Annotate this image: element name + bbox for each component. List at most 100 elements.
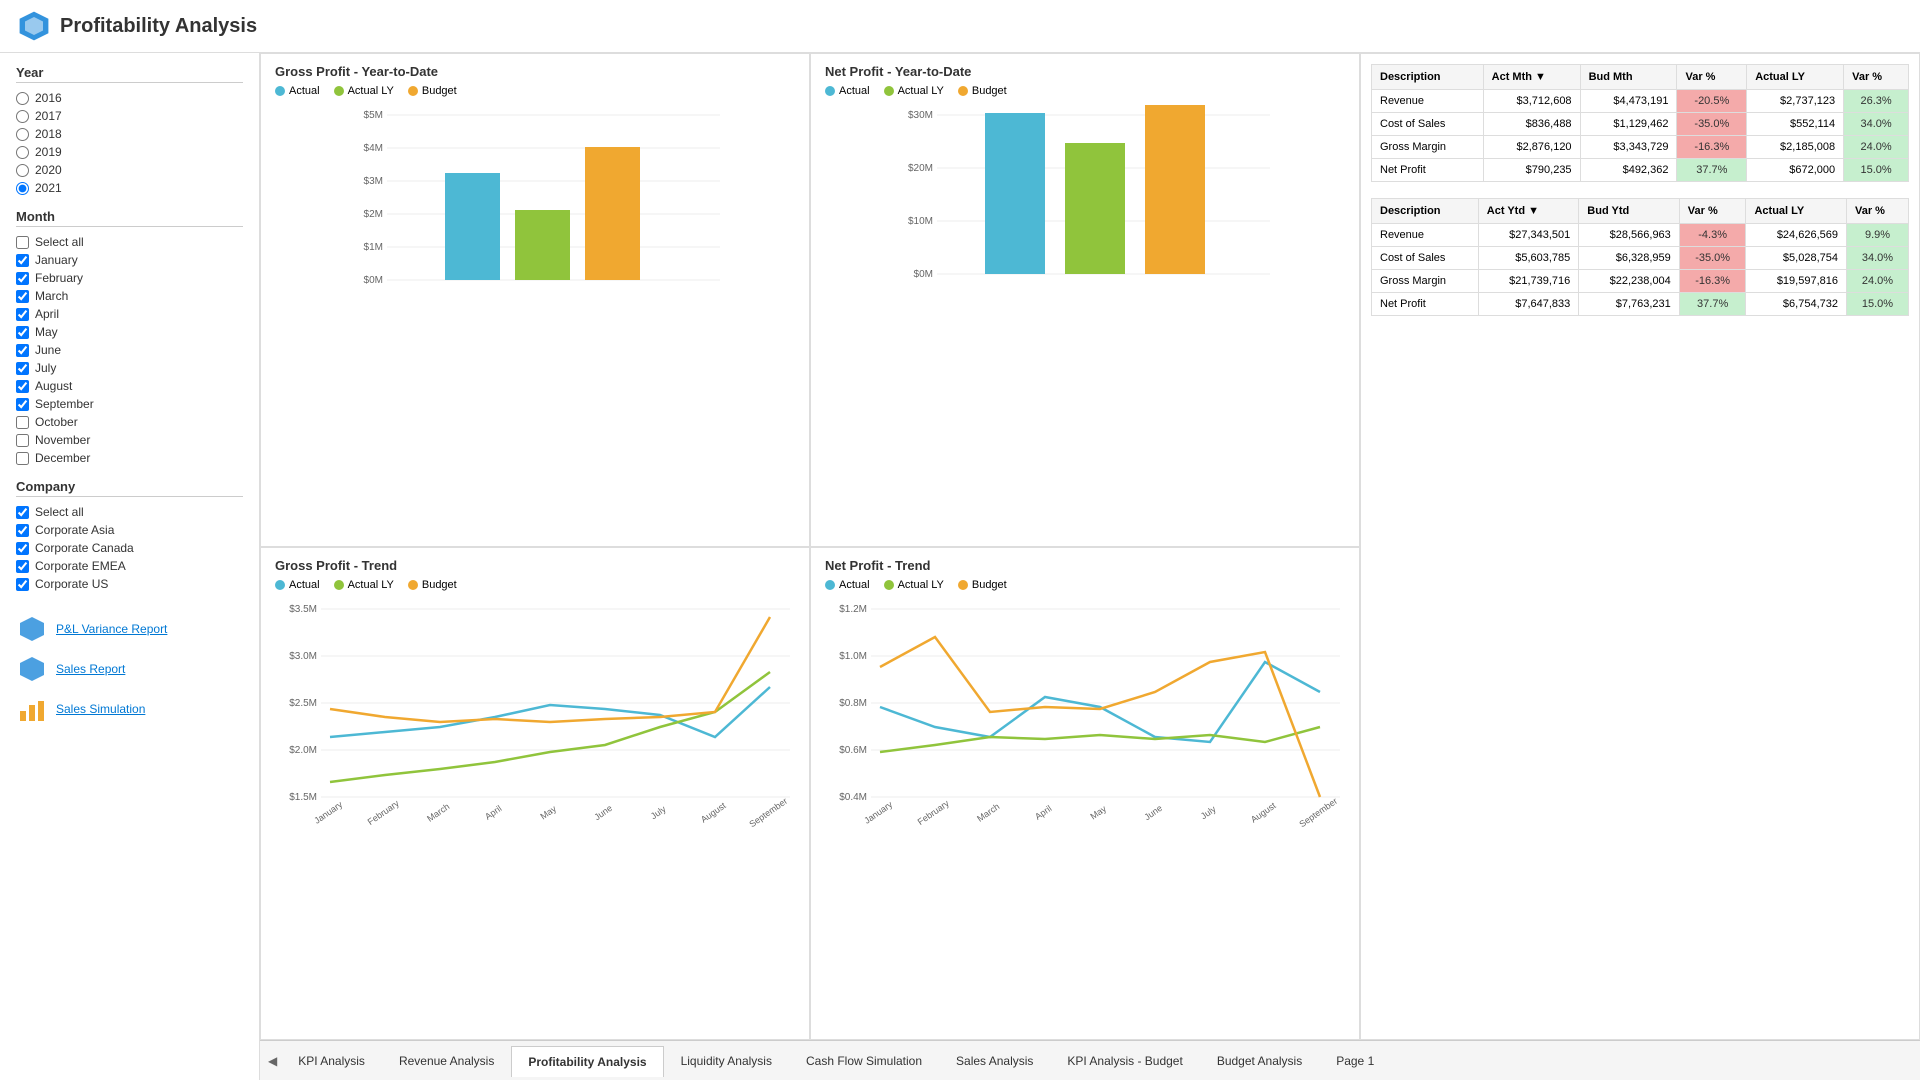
net-profit-trend-legend: Actual Actual LY Budget	[825, 579, 1345, 591]
gross-profit-ytd-title: Gross Profit - Year-to-Date	[275, 64, 795, 79]
actual-ly-dot-trend	[334, 580, 344, 590]
pl-variance-link[interactable]: P&L Variance Report	[16, 609, 243, 649]
company-canada[interactable]: Corporate Canada	[16, 539, 243, 557]
var-gm-mth: -16.3%	[1677, 136, 1747, 159]
actual-ly-dot-trend-net	[884, 580, 894, 590]
tab-kpi-analysis[interactable]: KPI Analysis	[281, 1045, 382, 1076]
legend-actual-net: Actual	[825, 85, 870, 97]
gross-profit-trend-title: Gross Profit - Trend	[275, 558, 795, 573]
net-profit-trend-chart: $1.2M $1.0M $0.8M $0.6M $0.4M	[825, 597, 1345, 827]
gross-profit-ytd-legend: Actual Actual LY Budget	[275, 85, 795, 97]
col-description-ytd: Description	[1372, 199, 1479, 224]
month-may[interactable]: May	[16, 323, 243, 341]
act-gm-ytd: $21,739,716	[1478, 270, 1579, 293]
svg-text:February: February	[916, 797, 952, 826]
desc-revenue-ytd: Revenue	[1372, 224, 1479, 247]
chart-icon	[16, 693, 48, 725]
tab-profitability-analysis[interactable]: Profitability Analysis	[511, 1046, 663, 1077]
year-filter-title: Year	[16, 65, 243, 83]
svg-text:April: April	[1033, 803, 1053, 822]
sales-report-link-text[interactable]: Sales Report	[56, 662, 125, 676]
legend-actual-ly: Actual LY	[334, 85, 394, 97]
budget-dot-trend-net	[958, 580, 968, 590]
year-radio-2019[interactable]: 2019	[16, 143, 243, 161]
sales-simulation-link[interactable]: Sales Simulation	[16, 689, 243, 729]
desc-revenue-mth: Revenue	[1372, 90, 1484, 113]
col-act-mth: Act Mth ▼	[1483, 65, 1580, 90]
var2-gm-mth: 24.0%	[1844, 136, 1909, 159]
budget-label-net: Budget	[972, 85, 1007, 97]
month-august[interactable]: August	[16, 377, 243, 395]
ytd-table: Description Act Ytd ▼ Bud Ytd Var % Actu…	[1371, 198, 1909, 316]
tab-kpi-analysis-budget[interactable]: KPI Analysis - Budget	[1050, 1045, 1199, 1076]
net-profit-ytd-panel: Net Profit - Year-to-Date Actual Actual …	[810, 53, 1360, 547]
tab-cash-flow-simulation[interactable]: Cash Flow Simulation	[789, 1045, 939, 1076]
tab-page-1[interactable]: Page 1	[1319, 1045, 1391, 1076]
legend-actual-trend-net: Actual	[825, 579, 870, 591]
month-select-all[interactable]: Select all	[16, 233, 243, 251]
aly-np-mth: $672,000	[1747, 159, 1844, 182]
month-april[interactable]: April	[16, 305, 243, 323]
month-july[interactable]: July	[16, 359, 243, 377]
company-emea[interactable]: Corporate EMEA	[16, 557, 243, 575]
sales-report-link[interactable]: Sales Report	[16, 649, 243, 689]
tab-budget-analysis[interactable]: Budget Analysis	[1200, 1045, 1319, 1076]
month-september[interactable]: September	[16, 395, 243, 413]
svg-text:March: March	[975, 801, 1001, 824]
month-june[interactable]: June	[16, 341, 243, 359]
legend-budget: Budget	[408, 85, 457, 97]
month-december[interactable]: December	[16, 449, 243, 467]
svg-text:$3.5M: $3.5M	[289, 604, 317, 615]
table-row: Net Profit $7,647,833 $7,763,231 37.7% $…	[1372, 293, 1909, 316]
actual-dot-trend-net	[825, 580, 835, 590]
actual-ly-label-trend-net: Actual LY	[898, 579, 944, 591]
month-march[interactable]: March	[16, 287, 243, 305]
svg-text:August: August	[699, 800, 728, 825]
table-row: Cost of Sales $5,603,785 $6,328,959 -35.…	[1372, 247, 1909, 270]
legend-budget-trend-net: Budget	[958, 579, 1007, 591]
legend-actual: Actual	[275, 85, 320, 97]
var-cos-ytd: -35.0%	[1679, 247, 1746, 270]
main-content: Year 2016 2017 2018 2019	[0, 53, 1920, 1080]
legend-actual-trend: Actual	[275, 579, 320, 591]
net-profit-ytd-legend: Actual Actual LY Budget	[825, 85, 1345, 97]
gross-profit-trend-chart: $3.5M $3.0M $2.5M $2.0M $1.5M	[275, 597, 795, 827]
actual-ly-label-trend: Actual LY	[348, 579, 394, 591]
year-radio-2020[interactable]: 2020	[16, 161, 243, 179]
year-radio-2017[interactable]: 2017	[16, 107, 243, 125]
company-select-all[interactable]: Select all	[16, 503, 243, 521]
tab-revenue-analysis[interactable]: Revenue Analysis	[382, 1045, 511, 1076]
svg-text:June: June	[592, 802, 614, 821]
month-october[interactable]: October	[16, 413, 243, 431]
month-february[interactable]: February	[16, 269, 243, 287]
tab-sales-analysis[interactable]: Sales Analysis	[939, 1045, 1050, 1076]
bud-cos-mth: $1,129,462	[1580, 113, 1677, 136]
month-filter-title: Month	[16, 209, 243, 227]
budget-dot-net	[958, 86, 968, 96]
month-november[interactable]: November	[16, 431, 243, 449]
svg-text:August: August	[1249, 800, 1278, 825]
app-container: Profitability Analysis Year 2016 2017	[0, 0, 1920, 1080]
company-us[interactable]: Corporate US	[16, 575, 243, 593]
year-filter: Year 2016 2017 2018 2019	[16, 65, 243, 197]
sales-simulation-link-text[interactable]: Sales Simulation	[56, 702, 145, 716]
actual-ly-label: Actual LY	[348, 85, 394, 97]
month-january[interactable]: January	[16, 251, 243, 269]
aly-revenue-mth: $2,737,123	[1747, 90, 1844, 113]
tab-scroll-left[interactable]: ◀	[264, 1054, 281, 1068]
aly-cos-ytd: $5,028,754	[1746, 247, 1847, 270]
pl-variance-link-text[interactable]: P&L Variance Report	[56, 622, 167, 636]
svg-text:March: March	[425, 801, 451, 824]
year-radio-2016[interactable]: 2016	[16, 89, 243, 107]
company-asia[interactable]: Corporate Asia	[16, 521, 243, 539]
table-row: Cost of Sales $836,488 $1,129,462 -35.0%…	[1372, 113, 1909, 136]
year-radio-2018[interactable]: 2018	[16, 125, 243, 143]
col-description-mth: Description	[1372, 65, 1484, 90]
col-actual-ly-ytd: Actual LY	[1746, 199, 1847, 224]
tab-liquidity-analysis[interactable]: Liquidity Analysis	[664, 1045, 789, 1076]
year-radio-2021[interactable]: 2021	[16, 179, 243, 197]
var2-np-ytd: 15.0%	[1846, 293, 1908, 316]
act-gm-mth: $2,876,120	[1483, 136, 1580, 159]
svg-text:$1.0M: $1.0M	[839, 651, 867, 662]
solver-icon-2	[16, 653, 48, 685]
